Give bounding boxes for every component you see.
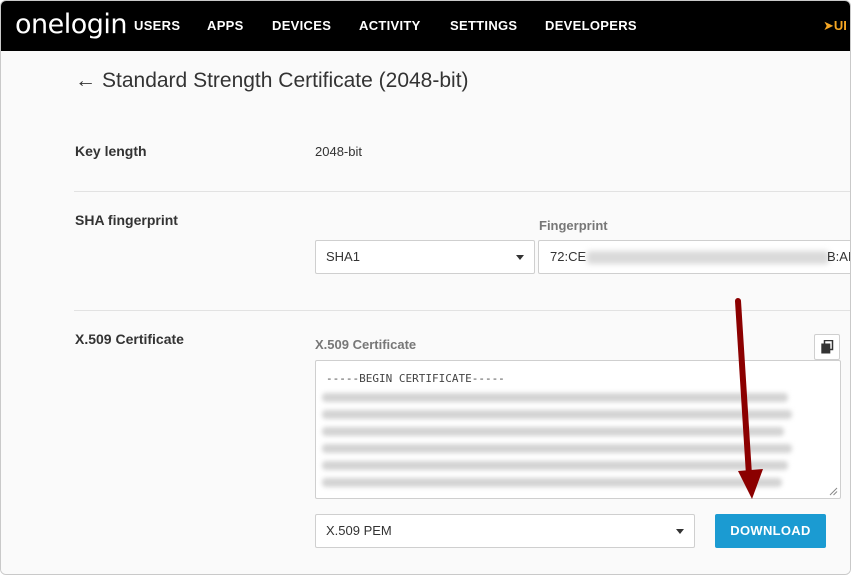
top-nav: onelogin USERS APPS DEVICES ACTIVITY SET…	[1, 1, 850, 51]
rocket-icon: ➤	[823, 18, 834, 33]
divider	[74, 191, 850, 192]
back-arrow-icon[interactable]: ←	[75, 68, 96, 94]
nav-users[interactable]: USERS	[134, 18, 180, 34]
sha-fingerprint-label: SHA fingerprint	[75, 212, 178, 228]
app-window: onelogin USERS APPS DEVICES ACTIVITY SET…	[0, 0, 851, 575]
fingerprint-field-label: Fingerprint	[539, 218, 608, 233]
sha-algorithm-value: SHA1	[326, 249, 360, 264]
x509-certificate-label: X.509 Certificate	[75, 331, 184, 347]
certificate-begin-line: -----BEGIN CERTIFICATE-----	[326, 372, 505, 385]
copy-icon	[821, 340, 834, 354]
certificate-redacted-line	[322, 461, 788, 470]
nav-developers[interactable]: DEVELOPERS	[545, 18, 637, 34]
page-title: ← Standard Strength Certificate (2048-bit…	[75, 68, 469, 94]
certificate-redacted-line	[322, 410, 792, 419]
nav-apps[interactable]: APPS	[207, 18, 244, 34]
download-button[interactable]: DOWNLOAD	[715, 514, 826, 548]
fingerprint-start: 72:CE	[550, 249, 587, 264]
x509-field-label: X.509 Certificate	[315, 337, 417, 352]
certificate-format-value: X.509 PEM	[326, 523, 392, 538]
nav-upgrade-label: UI	[833, 18, 847, 33]
nav-settings[interactable]: SETTINGS	[450, 18, 517, 34]
nav-upgrade[interactable]: ➤UI	[823, 18, 847, 34]
copy-button[interactable]	[814, 334, 840, 360]
chevron-down-icon	[676, 529, 684, 534]
onelogin-logo[interactable]: onelogin	[15, 10, 128, 40]
resize-grip-icon[interactable]	[829, 487, 838, 496]
fingerprint-end: B:AE	[827, 249, 850, 264]
page-title-text: Standard Strength Certificate (2048-bit)	[102, 69, 469, 92]
certificate-redacted-line	[322, 478, 782, 487]
fingerprint-input[interactable]: 72:CE B:AE	[538, 240, 850, 274]
certificate-textarea[interactable]: -----BEGIN CERTIFICATE-----	[315, 360, 841, 499]
nav-devices[interactable]: DEVICES	[272, 18, 331, 34]
key-length-value: 2048-bit	[315, 144, 362, 159]
divider	[74, 310, 850, 311]
certificate-redacted-line	[322, 444, 792, 453]
certificate-redacted-line	[322, 393, 788, 402]
key-length-label: Key length	[75, 143, 147, 159]
nav-activity[interactable]: ACTIVITY	[359, 18, 421, 34]
certificate-format-select[interactable]: X.509 PEM	[315, 514, 695, 548]
fingerprint-redacted	[587, 251, 829, 264]
certificate-redacted-line	[322, 427, 784, 436]
chevron-down-icon	[516, 255, 524, 260]
sha-algorithm-select[interactable]: SHA1	[315, 240, 535, 274]
